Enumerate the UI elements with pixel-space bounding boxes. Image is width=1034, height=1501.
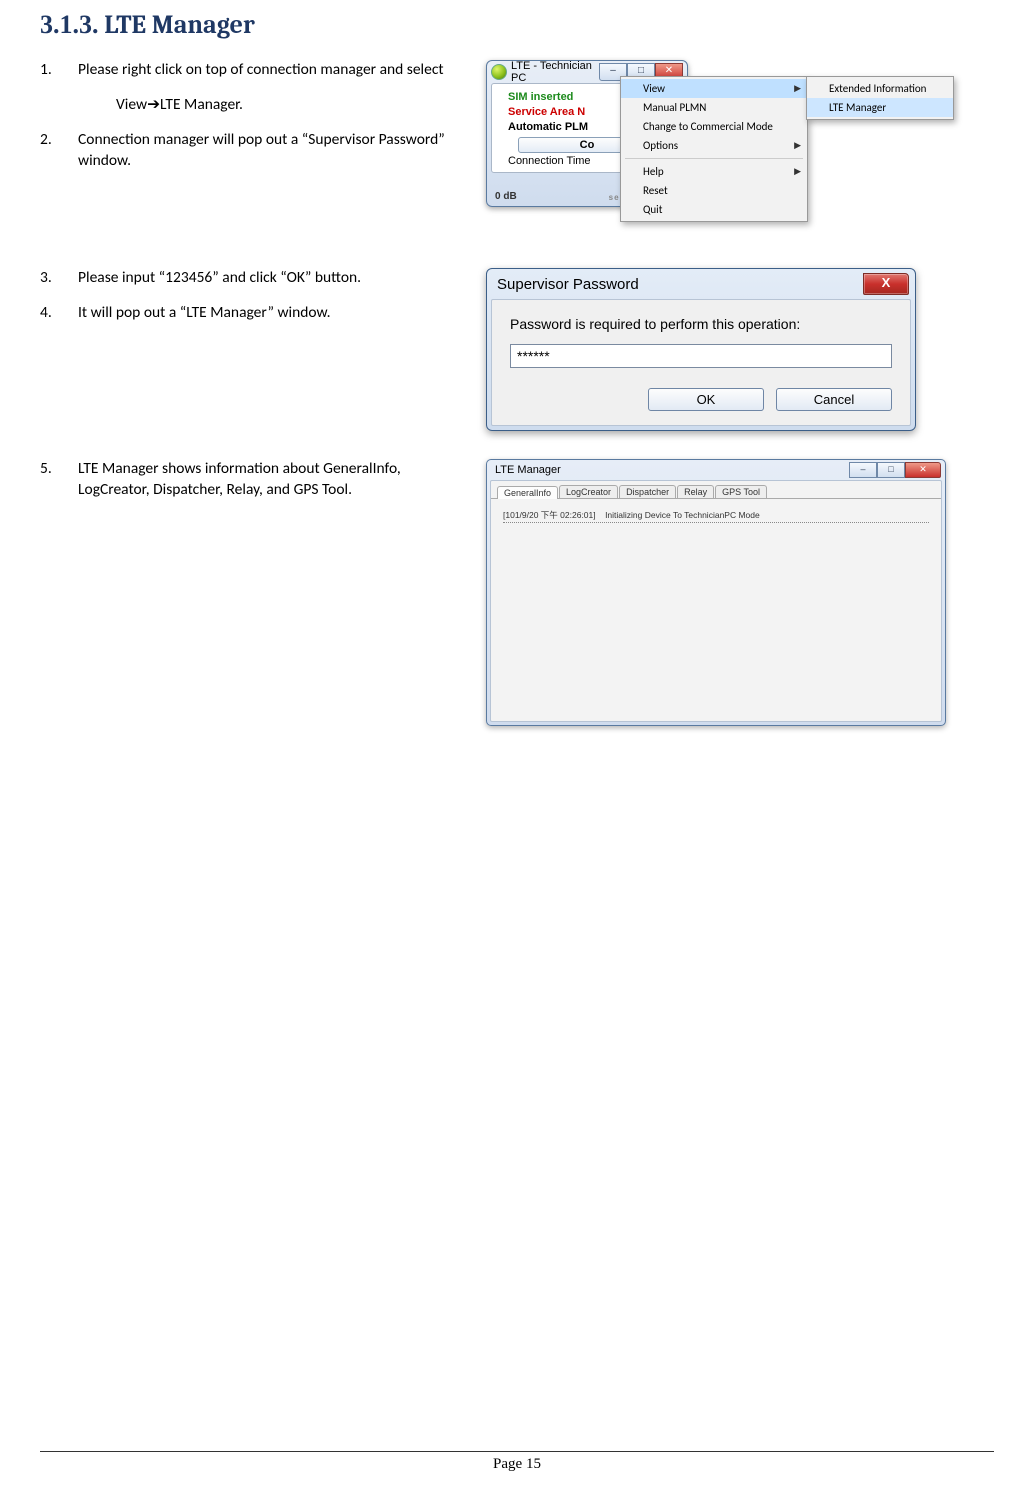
step-1: 1.Please right click on top of connectio… xyxy=(78,60,470,116)
screenshot-connection-manager-menu: LTE - Technician PC – □ ✕ SIM inserted S… xyxy=(486,60,1034,240)
step-1-sub: View➔LTE Manager. xyxy=(116,95,470,116)
tab-generalinfo[interactable]: GeneralInfo xyxy=(497,486,558,499)
minimize-button[interactable]: – xyxy=(849,462,877,478)
lte-manager-title: LTE Manager xyxy=(495,464,561,476)
password-input[interactable] xyxy=(510,344,892,368)
menu-reset[interactable]: Reset xyxy=(621,181,807,200)
step-2: 2.Connection manager will pop out a “Sup… xyxy=(78,130,470,172)
step-4-text: It will pop out a “LTE Manager” window. xyxy=(78,303,331,322)
log-entry: [101/9/20 下午 02:26:01] Initializing Devi… xyxy=(503,509,929,523)
maximize-button[interactable]: □ xyxy=(877,462,905,478)
tab-strip: GeneralInfo LogCreator Dispatcher Relay … xyxy=(491,481,941,499)
window-title: LTE - Technician PC xyxy=(511,60,595,84)
dialog-title: Supervisor Password xyxy=(497,276,639,293)
menu-view[interactable]: View ▶ xyxy=(621,79,807,98)
supervisor-password-dialog: Supervisor Password X Password is requir… xyxy=(486,268,916,431)
step-1-text: Please right click on top of connection … xyxy=(78,60,444,79)
step-5: 5.LTE Manager shows information about Ge… xyxy=(78,459,470,501)
submenu-arrow-icon: ▶ xyxy=(794,140,801,151)
close-button[interactable]: ✕ xyxy=(905,462,941,478)
tab-relay[interactable]: Relay xyxy=(677,485,714,498)
app-icon xyxy=(491,64,507,80)
signal-db: 0 dB xyxy=(495,191,517,202)
tab-logcreator[interactable]: LogCreator xyxy=(559,485,618,498)
lte-manager-window: LTE Manager – □ ✕ GeneralInfo LogCreator… xyxy=(486,459,946,726)
menu-commercial-mode[interactable]: Change to Commercial Mode xyxy=(621,117,807,136)
dialog-prompt: Password is required to perform this ope… xyxy=(510,316,892,332)
submenu-extended-info[interactable]: Extended Information xyxy=(807,79,953,98)
ok-button[interactable]: OK xyxy=(648,388,764,411)
menu-quit[interactable]: Quit xyxy=(621,200,807,219)
submenu-arrow-icon: ▶ xyxy=(794,83,801,94)
tab-gpstool[interactable]: GPS Tool xyxy=(715,485,767,498)
tab-dispatcher[interactable]: Dispatcher xyxy=(619,485,676,498)
page-number: Page 15 xyxy=(493,1456,541,1472)
menu-view-label: View xyxy=(643,82,665,95)
step-3: 3.Please input “123456” and click “OK” b… xyxy=(78,268,470,289)
step-2-text: Connection manager will pop out a “Super… xyxy=(78,130,445,170)
screenshot-lte-manager: LTE Manager – □ ✕ GeneralInfo LogCreator… xyxy=(486,459,946,726)
menu-help[interactable]: Help ▶ xyxy=(621,162,807,181)
menu-options[interactable]: Options ▶ xyxy=(621,136,807,155)
section-title-text: LTE Manager xyxy=(104,10,255,40)
step-5-text: LTE Manager shows information about Gene… xyxy=(78,459,401,499)
menu-manual-plmn[interactable]: Manual PLMN xyxy=(621,98,807,117)
section-heading: 3.1.3. LTE Manager xyxy=(40,10,994,40)
menu-separator xyxy=(625,158,803,159)
submenu-lte-manager[interactable]: LTE Manager xyxy=(807,98,953,117)
submenu-arrow-icon: ▶ xyxy=(794,166,801,177)
step-3-text: Please input “123456” and click “OK” but… xyxy=(78,268,361,287)
submenu-view: Extended Information LTE Manager xyxy=(806,76,954,120)
screenshot-supervisor-password: Supervisor Password X Password is requir… xyxy=(486,268,916,431)
step-4: 4.It will pop out a “LTE Manager” window… xyxy=(78,303,470,324)
section-number: 3.1.3. xyxy=(40,10,99,39)
context-menu: View ▶ Manual PLMN Change to Commercial … xyxy=(620,76,808,222)
page-footer: Page 15 xyxy=(40,1451,994,1473)
dialog-close-button[interactable]: X xyxy=(863,273,909,295)
cancel-button[interactable]: Cancel xyxy=(776,388,892,411)
